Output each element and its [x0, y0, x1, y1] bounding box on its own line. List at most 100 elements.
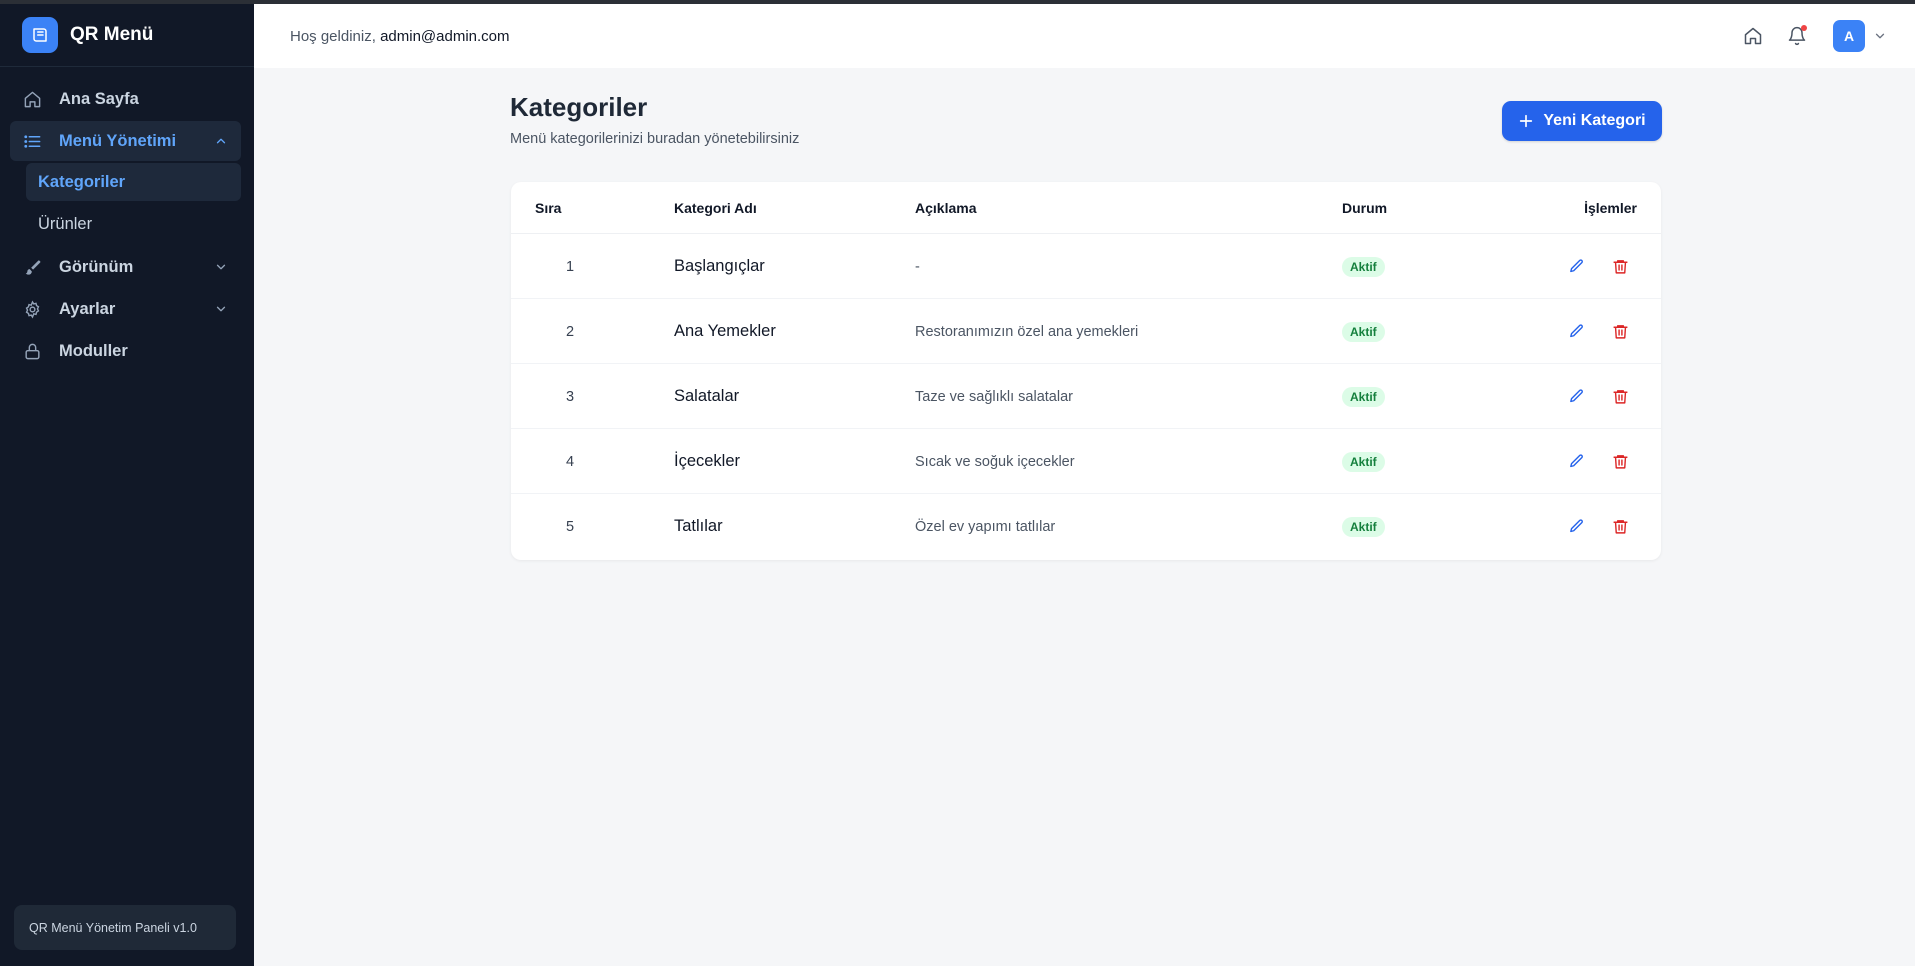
chevron-up-icon: [213, 133, 229, 149]
plus-icon: [1518, 113, 1534, 129]
cell-description: Sıcak ve soğuk içecekler: [915, 453, 1075, 470]
cell-description: Özel ev yapımı tatlılar: [915, 518, 1056, 535]
sidebar-item-label: Ayarlar: [59, 299, 116, 318]
cell-actions: [1564, 234, 1652, 299]
column-header-status: Durum: [1342, 200, 1388, 216]
cell-status: Aktif: [1342, 429, 1385, 494]
cell-category-name: Tatlılar: [674, 517, 723, 535]
trash-icon: [1612, 260, 1628, 274]
sidebar-item-home[interactable]: Ana Sayfa: [10, 79, 241, 119]
notification-dot: [1801, 25, 1807, 31]
pencil-icon: [1569, 259, 1583, 273]
column-header-actions: İşlemler: [1584, 200, 1637, 216]
cell-category-name: Başlangıçlar: [674, 257, 765, 275]
cell-order: 1: [565, 258, 575, 275]
pencil-icon: [1569, 389, 1583, 403]
sidebar: QR Menü Ana Sayfa Menü Yönetimi Kategori…: [0, 0, 254, 966]
header-actions: A: [1723, 4, 1887, 68]
submenu-menu-management: Kategoriler Ürünler: [10, 163, 241, 243]
table-body: 1 Başlangıçlar - Aktif 2 Ana Yemekler Re…: [511, 234, 1661, 559]
cell-description: -: [915, 258, 920, 275]
trash-icon: [1612, 390, 1628, 404]
list-icon: [22, 131, 42, 151]
table-row: 4 İçecekler Sıcak ve soğuk içecekler Akt…: [511, 429, 1661, 494]
delete-button[interactable]: [1608, 255, 1632, 279]
home-button[interactable]: [1739, 22, 1767, 50]
new-category-label: Yeni Kategori: [1543, 112, 1646, 129]
new-category-button[interactable]: Yeni Kategori: [1502, 101, 1662, 141]
chevron-down-icon[interactable]: [1873, 29, 1887, 43]
cell-description: Restoranımızın özel ana yemekleri: [915, 323, 1139, 340]
top-header: Hoş geldiniz, admin@admin.com A: [254, 4, 1915, 68]
column-header-order: Sıra: [535, 200, 562, 216]
status-badge: Aktif: [1342, 451, 1385, 472]
notifications-button[interactable]: [1783, 22, 1811, 50]
delete-button[interactable]: [1608, 385, 1632, 409]
page-title: Kategoriler: [510, 92, 648, 122]
table-row: 2 Ana Yemekler Restoranımızın özel ana y…: [511, 299, 1661, 364]
delete-button[interactable]: [1608, 450, 1632, 474]
cell-order: 2: [565, 323, 575, 340]
edit-button[interactable]: [1564, 320, 1588, 344]
sidebar-nav: Ana Sayfa Menü Yönetimi Kategoriler Ürün…: [10, 79, 241, 373]
cell-status: Aktif: [1342, 364, 1385, 429]
edit-button[interactable]: [1564, 515, 1588, 539]
sidebar-item-categories[interactable]: Kategoriler: [26, 163, 241, 201]
cell-actions: [1564, 429, 1652, 494]
trash-icon: [1612, 455, 1628, 469]
column-header-description: Açıklama: [915, 200, 977, 216]
home-icon: [22, 89, 42, 109]
welcome-text: Hoş geldiniz, admin@admin.com: [290, 28, 510, 45]
table-header: Sıra Kategori Adı Açıklama Durum İşlemle…: [511, 182, 1661, 234]
edit-button[interactable]: [1564, 450, 1588, 474]
chevron-down-icon: [213, 301, 229, 317]
sidebar-item-modules[interactable]: Moduller: [10, 331, 241, 371]
cell-order: 3: [565, 388, 575, 405]
cell-category-name: Ana Yemekler: [674, 322, 776, 340]
cell-actions: [1564, 299, 1652, 364]
column-header-name: Kategori Adı: [674, 200, 757, 216]
pencil-icon: [1569, 324, 1583, 338]
status-badge: Aktif: [1342, 516, 1385, 537]
window-top-border: [0, 0, 1915, 4]
sidebar-item-label: Ana Sayfa: [59, 89, 139, 108]
cell-actions: [1564, 494, 1652, 559]
edit-button[interactable]: [1564, 255, 1588, 279]
delete-button[interactable]: [1608, 515, 1632, 539]
delete-button[interactable]: [1608, 320, 1632, 344]
cell-actions: [1564, 364, 1652, 429]
chevron-down-icon: [213, 259, 229, 275]
cell-status: Aktif: [1342, 299, 1385, 364]
cell-category-name: Salatalar: [674, 387, 740, 405]
cell-order: 4: [565, 453, 575, 470]
app-title: QR Menü: [70, 24, 154, 45]
sidebar-item-menu-management[interactable]: Menü Yönetimi: [10, 121, 241, 161]
edit-button[interactable]: [1564, 385, 1588, 409]
trash-icon: [1612, 520, 1628, 534]
cell-category-name: İçecekler: [674, 452, 741, 470]
sidebar-item-label: Görünüm: [59, 257, 134, 276]
status-badge: Aktif: [1342, 386, 1385, 407]
trash-icon: [1612, 325, 1628, 339]
status-badge: Aktif: [1342, 321, 1385, 342]
categories-table: Sıra Kategori Adı Açıklama Durum İşlemle…: [511, 182, 1661, 560]
home-icon: [1744, 27, 1762, 45]
version-footer: QR Menü Yönetim Paneli v1.0: [14, 905, 236, 950]
table-row: 1 Başlangıçlar - Aktif: [511, 234, 1661, 299]
lock-icon: [22, 341, 42, 361]
sidebar-item-settings[interactable]: Ayarlar: [10, 289, 241, 329]
sidebar-item-label: Moduller: [59, 341, 128, 360]
status-badge: Aktif: [1342, 256, 1385, 277]
table-row: 3 Salatalar Taze ve sağlıklı salatalar A…: [511, 364, 1661, 429]
gear-icon: [22, 299, 42, 319]
sidebar-item-products[interactable]: Ürünler: [26, 205, 241, 243]
book-icon: [22, 17, 58, 53]
pencil-icon: [1569, 454, 1583, 468]
pencil-icon: [1569, 519, 1583, 533]
page-subtitle: Menü kategorilerinizi buradan yönetebili…: [510, 131, 800, 147]
sidebar-item-appearance[interactable]: Görünüm: [10, 247, 241, 287]
brand[interactable]: QR Menü: [0, 4, 254, 67]
avatar[interactable]: A: [1833, 20, 1865, 52]
brush-icon: [22, 257, 42, 277]
table-row: 5 Tatlılar Özel ev yapımı tatlılar Aktif: [511, 494, 1661, 559]
